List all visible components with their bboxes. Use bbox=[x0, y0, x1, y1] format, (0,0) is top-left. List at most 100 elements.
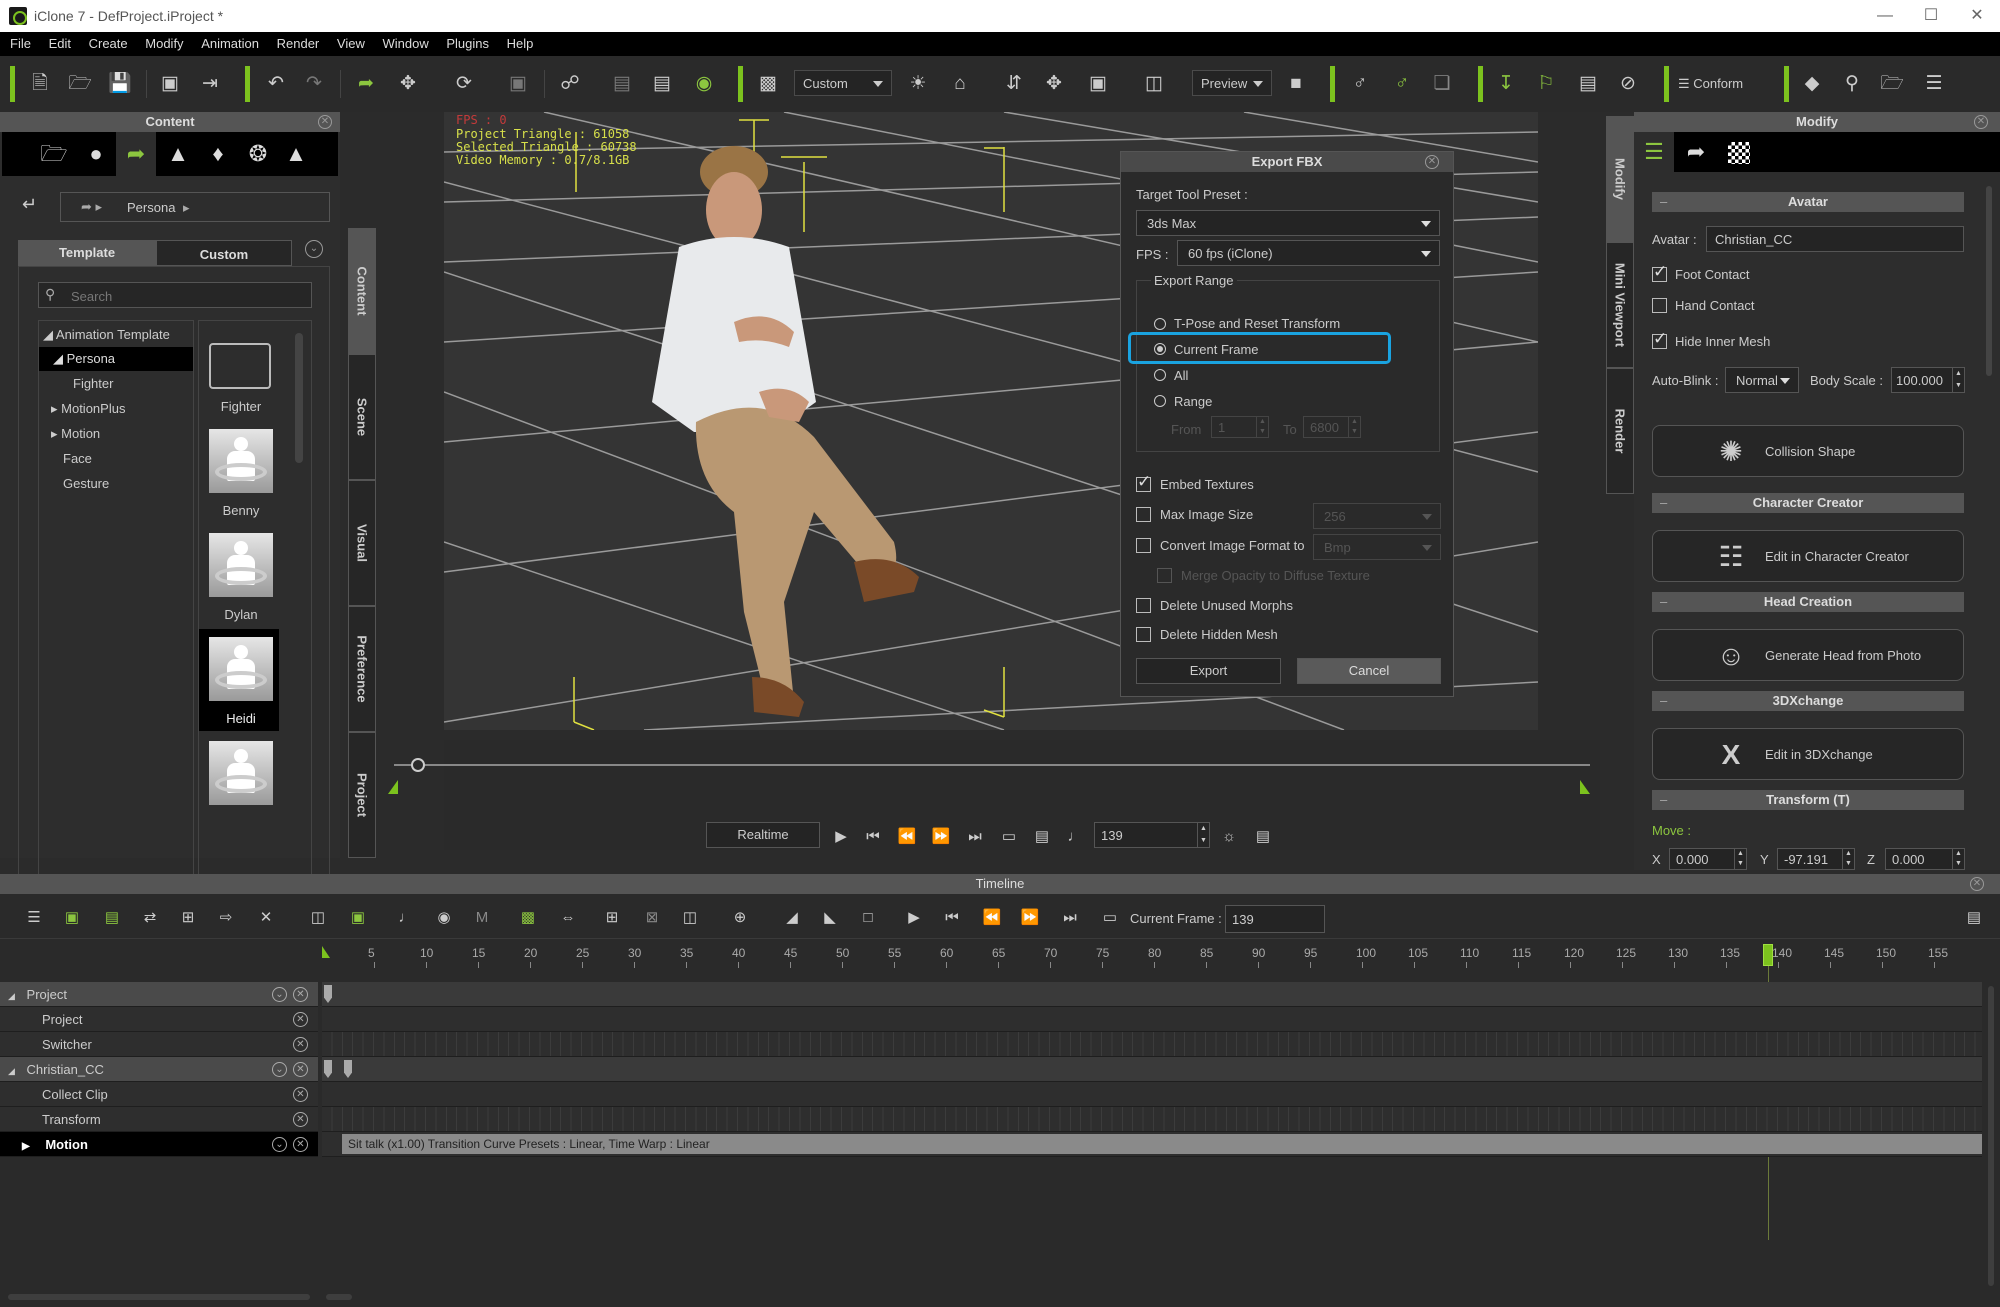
menu-modify[interactable]: Modify bbox=[145, 32, 183, 51]
chevron-down-icon[interactable]: ⌄ bbox=[305, 240, 323, 258]
spinner-icon[interactable]: ▲ ▼ bbox=[1197, 823, 1209, 847]
track-christian-cc-group[interactable]: ◢ Christian_CC ⌄ ✕ bbox=[0, 1057, 318, 1082]
tree-item-gesture[interactable]: Gesture bbox=[39, 472, 193, 496]
box-view-icon[interactable]: ◫ bbox=[1140, 70, 1168, 98]
track-motion[interactable]: ▶ Motion ⌄ ✕ bbox=[0, 1132, 318, 1157]
tab-animation-icon[interactable]: ➦ bbox=[116, 132, 156, 176]
redo-icon[interactable]: ↷ bbox=[300, 70, 328, 98]
goto-start-icon[interactable]: ⏮ bbox=[862, 826, 884, 848]
path-node-icon[interactable]: ⊘ bbox=[1614, 70, 1642, 98]
tree-item-motion[interactable]: ▸ Motion bbox=[39, 422, 193, 446]
diamond-key-icon[interactable]: ◆ bbox=[1798, 70, 1826, 98]
track-close-icon[interactable]: ✕ bbox=[293, 1062, 308, 1077]
spinner-icon[interactable]: ▲ ▼ bbox=[1952, 368, 1964, 392]
edit-in-character-creator-button[interactable]: ☷ Edit in Character Creator bbox=[1652, 530, 1964, 582]
motion-thumbnail[interactable] bbox=[209, 741, 273, 805]
motion-thumbnail[interactable] bbox=[209, 429, 273, 493]
character-green-icon[interactable]: ♂ bbox=[1388, 70, 1416, 98]
lane-project[interactable] bbox=[322, 1007, 1982, 1032]
spinner-icon[interactable]: ▲ ▼ bbox=[1256, 417, 1268, 437]
track-close-icon[interactable]: ✕ bbox=[293, 987, 308, 1002]
spinner-icon[interactable]: ▲ ▼ bbox=[1734, 849, 1746, 869]
scrollbar[interactable] bbox=[1986, 186, 1992, 376]
max-image-size-select[interactable]: 256 bbox=[1313, 503, 1441, 529]
tab-template[interactable]: Template bbox=[18, 240, 156, 266]
section-character-creator[interactable]: – Character Creator bbox=[1652, 493, 1964, 513]
tab-material-checker-icon[interactable] bbox=[1728, 142, 1750, 164]
horizontal-scrollbar[interactable] bbox=[8, 1294, 310, 1300]
radio-range[interactable] bbox=[1154, 395, 1166, 407]
track-project[interactable]: Project ✕ bbox=[0, 1007, 318, 1032]
mocap-icon[interactable]: ↧ bbox=[1492, 70, 1520, 98]
tree-item-persona[interactable]: ◢ Persona bbox=[39, 347, 193, 371]
close-panel-icon[interactable]: ✕ bbox=[318, 115, 332, 129]
visibility-eye-icon[interactable]: ◉ bbox=[690, 70, 718, 98]
key-settings-icon[interactable]: ☰ bbox=[1920, 70, 1948, 98]
export-button[interactable]: Export bbox=[1136, 658, 1281, 684]
radio-current-frame[interactable] bbox=[1154, 343, 1166, 355]
tab-media-icon[interactable]: ❂ bbox=[238, 138, 278, 170]
tree-item-motionplus[interactable]: ▸ MotionPlus bbox=[39, 397, 193, 421]
menu-plugins[interactable]: Plugins bbox=[446, 32, 489, 51]
scrollbar[interactable] bbox=[295, 333, 303, 463]
lane-collect-clip[interactable] bbox=[322, 1082, 1982, 1107]
align-right-icon[interactable]: ▤ bbox=[648, 70, 676, 98]
fit-vertical-icon[interactable]: ⇵ bbox=[1000, 70, 1028, 98]
move-x-field[interactable]: 0.000 ▲ ▼ bbox=[1669, 848, 1747, 870]
timeline-playhead[interactable] bbox=[1762, 944, 1773, 966]
track-close-icon[interactable]: ✕ bbox=[293, 1137, 308, 1152]
section-3dxchange[interactable]: – 3DXchange bbox=[1652, 691, 1964, 711]
side-tab-render[interactable]: Render bbox=[1606, 368, 1634, 494]
edit-in-3dxchange-button[interactable]: X Edit in 3DXchange bbox=[1652, 728, 1964, 780]
fit-all-icon[interactable]: ✥ bbox=[1040, 70, 1068, 98]
clipboard-list-icon[interactable]: ▤ bbox=[1574, 70, 1602, 98]
track-close-icon[interactable]: ✕ bbox=[293, 1012, 308, 1027]
character-model[interactable] bbox=[584, 132, 984, 730]
section-transform[interactable]: – Transform (T) bbox=[1652, 790, 1964, 810]
select-arrow-icon[interactable]: ➦ bbox=[352, 70, 380, 98]
tree-item-face[interactable]: Face bbox=[39, 447, 193, 471]
horizontal-scrollbar[interactable] bbox=[326, 1294, 352, 1300]
panel-toggle-icon[interactable]: ▤ bbox=[1252, 826, 1274, 848]
range-start-marker[interactable] bbox=[388, 780, 398, 794]
target-tool-select[interactable]: 3ds Max bbox=[1136, 210, 1440, 236]
motion-thumbnail[interactable] bbox=[209, 533, 273, 597]
section-head-creation[interactable]: – Head Creation bbox=[1652, 592, 1964, 612]
breadcrumb-persona[interactable]: Persona bbox=[127, 200, 175, 215]
spinner-icon[interactable]: ▲ ▼ bbox=[1952, 849, 1964, 869]
close-panel-icon[interactable]: ✕ bbox=[1974, 115, 1988, 129]
to-input[interactable]: 6800 ▲ ▼ bbox=[1303, 416, 1361, 438]
lane-motion[interactable]: Sit talk (x1.00) Transition Curve Preset… bbox=[322, 1132, 1982, 1157]
maximize-button[interactable]: ☐ bbox=[1908, 0, 1954, 32]
scale-icon[interactable]: ▣ bbox=[504, 70, 532, 98]
goto-end-icon[interactable]: ⏭ bbox=[964, 826, 986, 848]
minimize-button[interactable]: — bbox=[1862, 0, 1908, 32]
lane-transform[interactable] bbox=[322, 1107, 1982, 1132]
spinner-icon[interactable]: ▲ ▼ bbox=[1348, 417, 1360, 437]
tab-stage-icon[interactable]: ▲ bbox=[158, 138, 198, 170]
menu-edit[interactable]: Edit bbox=[49, 32, 71, 51]
side-tab-modify[interactable]: Modify bbox=[1606, 116, 1634, 242]
side-tab-mini-viewport[interactable]: Mini Viewport bbox=[1606, 242, 1634, 368]
side-tab-project[interactable]: Project bbox=[348, 732, 376, 858]
track-dropdown-icon[interactable]: ⌄ bbox=[272, 1062, 287, 1077]
hand-contact-checkbox[interactable] bbox=[1652, 298, 1667, 313]
image-format-select[interactable]: Bmp bbox=[1313, 534, 1441, 560]
tab-props-icon[interactable]: ▲ bbox=[276, 138, 316, 170]
tab-custom[interactable]: Custom bbox=[156, 240, 292, 266]
move-z-field[interactable]: 0.000 ▲ ▼ bbox=[1885, 848, 1965, 870]
tree-item-fighter[interactable]: Fighter bbox=[39, 372, 193, 396]
track-dropdown-icon[interactable]: ⌄ bbox=[272, 1137, 287, 1152]
home-icon[interactable]: ⌂ bbox=[946, 70, 974, 98]
embed-textures-checkbox[interactable] bbox=[1136, 472, 1151, 492]
section-avatar[interactable]: – Avatar bbox=[1652, 192, 1964, 212]
merge-opacity-checkbox[interactable] bbox=[1157, 568, 1172, 583]
subtitle-icon[interactable]: ▤ bbox=[1031, 826, 1053, 848]
delete-hidden-mesh-checkbox[interactable] bbox=[1136, 627, 1151, 642]
tab-settings-sliders-icon[interactable]: ☰ bbox=[1634, 132, 1674, 172]
radio-all[interactable] bbox=[1154, 369, 1166, 381]
light-sun-icon[interactable]: ☀ bbox=[904, 70, 932, 98]
back-icon[interactable]: ↵ bbox=[22, 194, 37, 215]
menu-view[interactable]: View bbox=[337, 32, 365, 51]
track-switcher[interactable]: Switcher ✕ bbox=[0, 1032, 318, 1057]
